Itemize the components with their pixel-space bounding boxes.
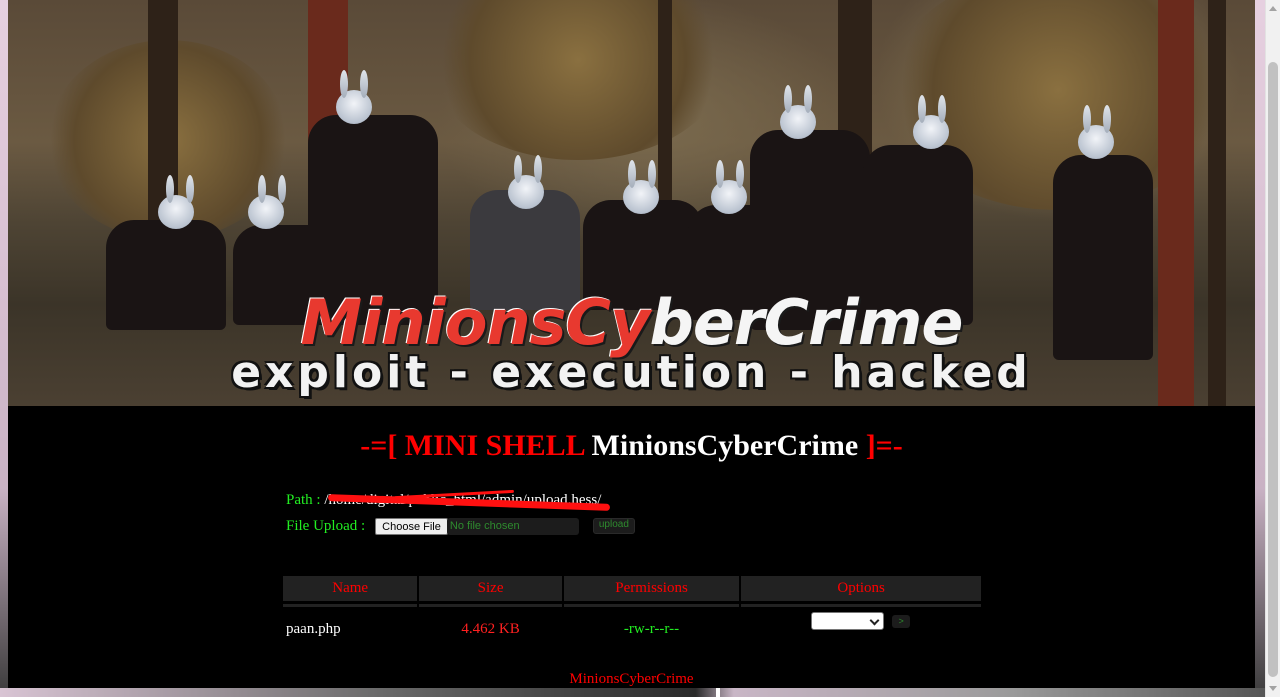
scroll-up-arrow-icon[interactable] xyxy=(1269,6,1277,11)
path-row: Path : /home/digital/public_html/admin/u… xyxy=(286,489,611,511)
no-file-chosen-text: No file chosen xyxy=(446,517,579,535)
page-background-left xyxy=(0,0,8,697)
hacker-banner-image: MinionsCyberCrime exploit - execution - … xyxy=(8,0,1255,406)
table-row: paan.php 4.462 KB -rw-r--r-- > xyxy=(283,607,981,652)
file-size: 4.462 KB xyxy=(461,621,520,637)
upload-label: File Upload : xyxy=(286,518,366,534)
file-options: > xyxy=(740,607,981,652)
upload-button[interactable]: upload xyxy=(592,518,635,534)
file-permissions[interactable]: -rw-r--r-- xyxy=(563,607,741,652)
upload-row: File Upload : Choose File No file chosen… xyxy=(286,517,635,535)
options-select[interactable] xyxy=(811,612,885,630)
shell-title: -=[ MINI SHELL MinionsCyberCrime ]=- xyxy=(360,429,903,462)
chevron-down-icon xyxy=(869,615,880,626)
bottom-divider xyxy=(716,688,720,697)
footer-text: MinionsCyberCrime xyxy=(569,671,694,687)
brand-tagline: exploit - execution - hacked xyxy=(231,347,1032,398)
file-table: Name Size Permissions Options paan.php 4… xyxy=(283,576,981,652)
shell-panel: -=[ MINI SHELL MinionsCyberCrime ]=- Pat… xyxy=(8,406,1255,688)
go-button[interactable]: > xyxy=(892,614,911,628)
header-size: Size xyxy=(418,576,564,604)
file-name-link[interactable]: paan.php xyxy=(283,607,418,652)
path-label: Path : xyxy=(286,492,325,508)
header-name: Name xyxy=(283,576,420,604)
header-permissions: Permissions xyxy=(562,576,742,604)
choose-file-button[interactable]: Choose File xyxy=(375,517,448,535)
scroll-thumb[interactable] xyxy=(1268,62,1278,677)
table-header-row: Name Size Permissions Options xyxy=(283,576,981,604)
page-background-right xyxy=(1255,0,1265,697)
page-background-bottom xyxy=(0,688,1265,697)
header-options: Options xyxy=(740,576,981,604)
scroll-down-arrow-icon[interactable] xyxy=(1269,686,1277,691)
path-value[interactable]: /home/digital/public_html/admin/upload.h… xyxy=(324,489,611,511)
vertical-scrollbar[interactable] xyxy=(1265,0,1280,697)
